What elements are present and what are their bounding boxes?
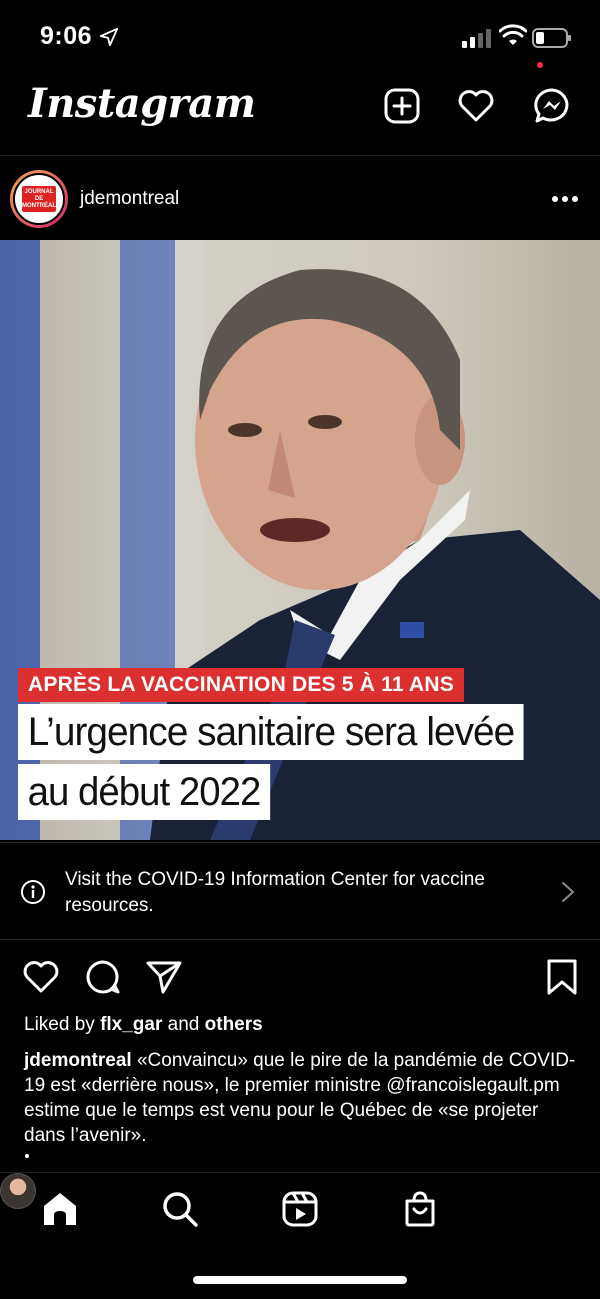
profile-avatar[interactable] [0,1173,36,1209]
chevron-right-icon [562,882,575,902]
wifi-icon [499,24,527,45]
share-icon[interactable] [145,958,183,996]
home-icon[interactable] [40,1189,80,1229]
journal-logo: JOURNAL DE MONTRÉAL [22,186,56,212]
battery-icon [532,28,571,48]
location-arrow-icon [99,27,119,47]
caption-more-dot [25,1154,29,1158]
post-image[interactable]: APRÈS LA VACCINATION DES 5 À 11 ANS L’ur… [0,240,600,840]
info-icon [21,880,45,904]
signal-icon [462,29,491,48]
more-options-icon[interactable] [550,194,580,204]
covid-banner-text: Visit the COVID-19 Information Center fo… [65,869,485,916]
post-caption: jdemontreal «Convaincu» que le pire de l… [24,1048,584,1148]
image-kicker: APRÈS LA VACCINATION DES 5 À 11 ANS [18,668,464,702]
app-header: Instagram [0,78,600,156]
comment-icon[interactable] [84,958,122,996]
post-actions [0,952,600,1002]
post-header: JOURNAL DE MONTRÉAL jdemontreal [0,158,600,240]
likes-line: Liked by flx_gar and others [24,1014,263,1035]
notification-dot [537,62,543,68]
reels-icon[interactable] [280,1189,320,1229]
messenger-icon[interactable] [532,86,572,126]
caption-username[interactable]: jdemontreal [24,1050,132,1071]
image-headline-line2: au début 2022 [18,764,270,820]
bookmark-icon[interactable] [543,958,581,996]
post-avatar[interactable]: JOURNAL DE MONTRÉAL [10,170,68,228]
image-headline-line1: L’urgence sanitaire sera levée [18,704,524,760]
shop-icon[interactable] [400,1189,440,1229]
heart-icon[interactable] [456,86,496,126]
like-heart-icon[interactable] [22,958,60,996]
status-bar: 9:06 [0,0,600,78]
bottom-tab-bar [0,1172,600,1262]
liked-by-user[interactable]: flx_gar [100,1014,162,1035]
instagram-logo[interactable]: Instagram [28,80,256,127]
add-post-icon[interactable] [382,86,422,126]
search-icon[interactable] [160,1189,200,1229]
liked-by-others[interactable]: others [205,1014,263,1035]
status-time: 9:06 [40,22,93,50]
covid-info-banner[interactable]: Visit the COVID-19 Information Center fo… [0,842,600,940]
post-username[interactable]: jdemontreal [80,188,179,210]
home-indicator[interactable] [193,1276,407,1284]
